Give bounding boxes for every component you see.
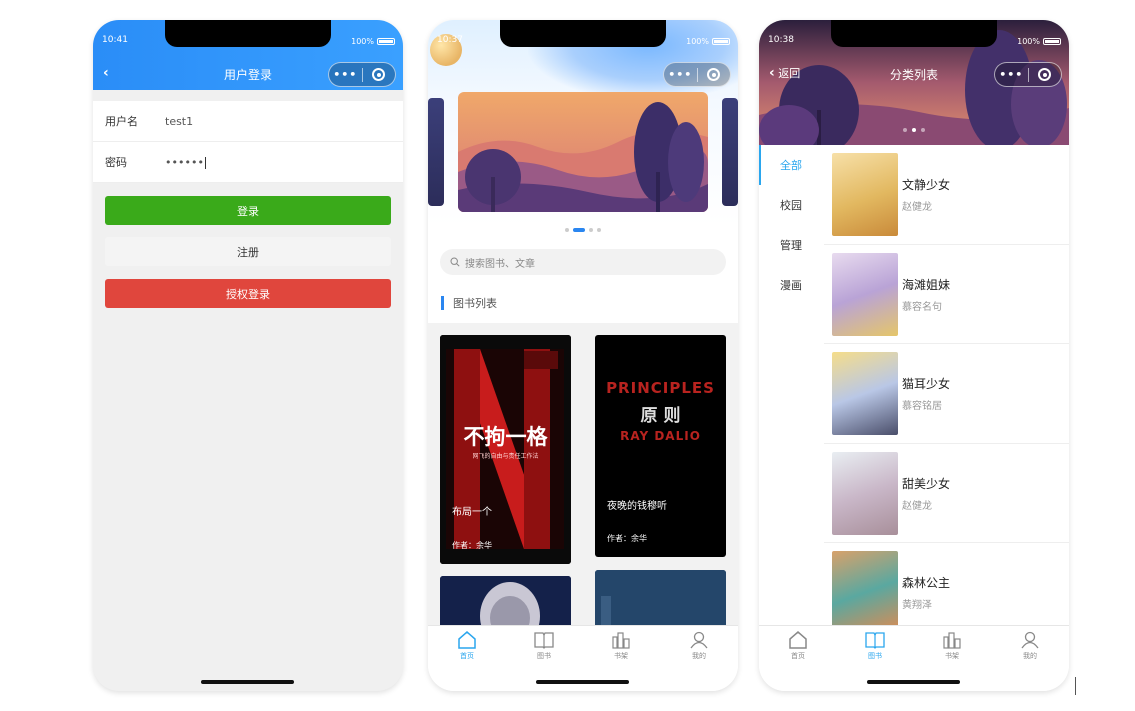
- book-author: 作者：余华: [452, 541, 492, 550]
- tab-profile[interactable]: 我的: [1000, 631, 1060, 661]
- password-label: 密码: [105, 156, 127, 169]
- battery-icon: [377, 38, 395, 45]
- cover-thumbnail: [832, 551, 898, 635]
- landscape-illustration: [458, 92, 708, 212]
- user-icon: [690, 631, 708, 649]
- close-target-icon[interactable]: [362, 68, 395, 81]
- home-indicator: [201, 680, 294, 684]
- item-author: 黄翔泽: [902, 600, 932, 612]
- list-item[interactable]: 猫耳少女 慕容铭居: [824, 344, 1069, 444]
- section-header: 图书列表: [441, 295, 497, 311]
- login-phone-screen: 10:41 100% ‹ 用户登录 ••• 用户名 test1 密码 •••••…: [93, 20, 403, 691]
- cover-thumbnail: [832, 153, 898, 236]
- battery-icon: [712, 38, 730, 45]
- section-title: 图书列表: [453, 297, 497, 310]
- battery-status: 100%: [351, 37, 395, 46]
- book-cover-subtitle: 网飞的自由与责任工作法: [472, 453, 539, 460]
- mini-program-capsule[interactable]: •••: [663, 62, 731, 87]
- book-title: 夜晚的钱穆听: [607, 501, 667, 512]
- item-author: 赵健龙: [902, 202, 932, 213]
- search-icon: [450, 257, 460, 267]
- home-indicator: [536, 680, 629, 684]
- carousel-prev-slide[interactable]: [428, 98, 444, 206]
- battery-icon: [1043, 38, 1061, 45]
- item-author: 赵健龙: [902, 500, 932, 512]
- list-item[interactable]: 甜美少女 赵健龙: [824, 444, 1069, 544]
- notch: [165, 20, 331, 47]
- book-cover-title: PRINCIPLES: [606, 379, 715, 397]
- more-icon[interactable]: •••: [664, 68, 697, 81]
- item-title: 海滩姐妹: [902, 277, 951, 292]
- close-target-icon[interactable]: [697, 68, 730, 81]
- category-campus[interactable]: 校园: [759, 185, 824, 225]
- item-author: 慕容铭居: [902, 401, 942, 413]
- auth-login-button[interactable]: 授权登录: [105, 279, 391, 308]
- bookshelf-icon: [612, 632, 630, 649]
- status-time: 10:41: [102, 35, 128, 45]
- tab-home[interactable]: 首页: [768, 631, 828, 661]
- login-form: 用户名 test1 密码 ••••••: [93, 101, 403, 183]
- home-icon: [789, 631, 807, 649]
- cover-thumbnail: [832, 352, 898, 436]
- book-cover-subtitle: 原 则: [640, 406, 681, 426]
- carousel-indicator: [428, 228, 738, 232]
- text-cursor-line: [1075, 677, 1076, 695]
- search-placeholder: 搜索图书、文章: [465, 258, 535, 270]
- book-icon: [534, 632, 554, 649]
- item-title: 猫耳少女: [902, 377, 951, 392]
- cover-thumbnail: [832, 451, 898, 535]
- login-button[interactable]: 登录: [105, 196, 391, 225]
- book-icon: [865, 632, 885, 649]
- category-sidebar: 全部 校园 管理 漫画: [759, 145, 824, 625]
- tab-profile[interactable]: 我的: [669, 631, 729, 661]
- username-label: 用户名: [105, 115, 138, 128]
- item-author: 慕容名句: [902, 301, 942, 313]
- tab-books[interactable]: 图书: [514, 631, 574, 661]
- mini-program-capsule[interactable]: •••: [328, 62, 396, 87]
- more-icon[interactable]: •••: [329, 68, 362, 81]
- tab-books[interactable]: 图书: [845, 631, 905, 661]
- bookshelf-icon: [943, 632, 961, 649]
- home-indicator: [867, 680, 960, 684]
- book-card[interactable]: PRINCIPLES 原 则 RAY DALIO 夜晚的钱穆听 作者：余华: [595, 335, 726, 557]
- user-icon: [1021, 631, 1039, 649]
- tab-bookshelf[interactable]: 书架: [591, 631, 651, 661]
- book-list: 文静少女 赵健龙 海滩姐妹 慕容名句 猫耳少女 慕容铭居 甜美少女 赵健龙 森林…: [824, 145, 1069, 643]
- tab-bookshelf[interactable]: 书架: [922, 631, 982, 661]
- tab-home[interactable]: 首页: [437, 631, 497, 661]
- list-item[interactable]: 文静少女 赵健龙: [824, 145, 1069, 245]
- category-phone-screen: 10:38 100% ‹ 返回 分类列表 ••• 全部 校园 管理 漫画 文静少…: [759, 20, 1069, 691]
- battery-status: 100%: [686, 37, 730, 46]
- category-management[interactable]: 管理: [759, 225, 824, 265]
- item-title: 文静少女: [902, 178, 951, 192]
- home-icon: [458, 631, 476, 649]
- item-title: 森林公主: [902, 576, 951, 591]
- book-cover-author-name: RAY DALIO: [620, 429, 701, 443]
- notch: [831, 20, 997, 47]
- home-phone-screen: 10:37 100% ••• 搜索图书、文章 图书列表 不拘一格 网飞的自由与责…: [428, 20, 738, 691]
- cover-thumbnail: [832, 252, 898, 336]
- category-comics[interactable]: 漫画: [759, 265, 824, 305]
- register-button[interactable]: 注册: [105, 237, 391, 266]
- carousel-next-slide[interactable]: [722, 98, 738, 206]
- book-card[interactable]: 不拘一格 网飞的自由与责任工作法 布局一个 作者：余华: [440, 335, 571, 564]
- password-row[interactable]: 密码 ••••••: [93, 142, 403, 183]
- status-time: 10:38: [768, 35, 794, 45]
- category-all[interactable]: 全部: [759, 145, 824, 185]
- book-cover-title: 不拘一格: [463, 425, 548, 449]
- username-row[interactable]: 用户名 test1: [93, 101, 403, 142]
- list-item[interactable]: 海滩姐妹 慕容名句: [824, 245, 1069, 345]
- item-title: 甜美少女: [902, 476, 951, 491]
- status-time: 10:37: [437, 35, 463, 45]
- username-input[interactable]: test1: [165, 115, 193, 128]
- search-bar[interactable]: 搜索图书、文章: [440, 249, 726, 275]
- page-title: 分类列表: [889, 68, 938, 82]
- battery-status: 100%: [1017, 37, 1061, 46]
- password-input[interactable]: ••••••: [165, 156, 206, 169]
- book-title: 布局一个: [452, 507, 492, 518]
- book-author: 作者：余华: [607, 534, 647, 543]
- notch: [500, 20, 666, 47]
- banner-indicator: [759, 128, 1069, 132]
- carousel-banner[interactable]: [458, 92, 708, 212]
